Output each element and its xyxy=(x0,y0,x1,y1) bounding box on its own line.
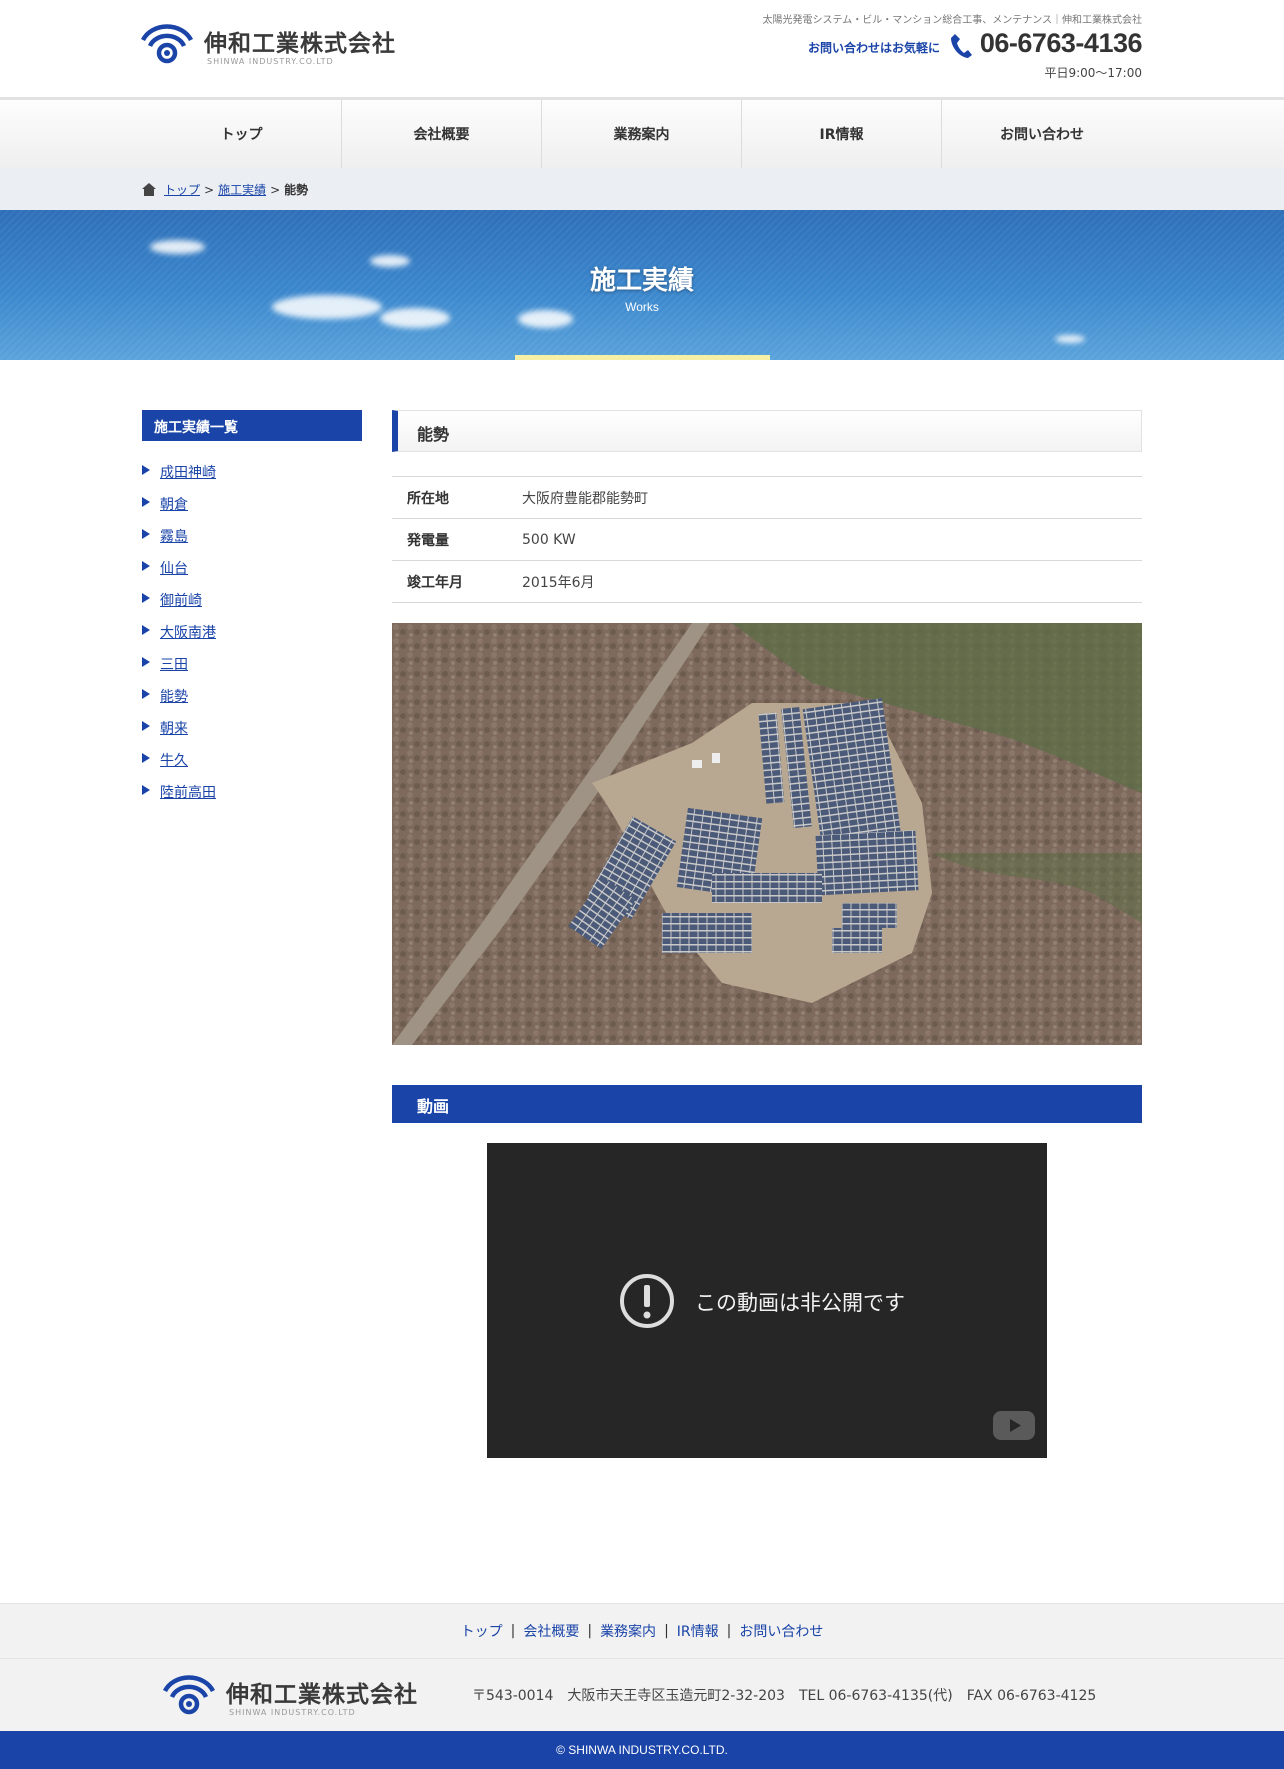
breadcrumb: トップ > 施工実績 > 能勢 xyxy=(0,168,1284,210)
triangle-bullet-icon xyxy=(142,657,150,667)
triangle-bullet-icon xyxy=(142,497,150,507)
work-spec-table: 所在地 大阪府豊能郡能勢町 発電量 500 KW 竣工年月 2015年6月 xyxy=(392,476,1142,603)
sidebar-heading: 施工実績一覧 xyxy=(142,410,362,441)
works-link[interactable]: 牛久 xyxy=(160,750,188,770)
triangle-bullet-icon xyxy=(142,561,150,571)
logo-mark-icon xyxy=(140,24,194,64)
works-link[interactable]: 御前崎 xyxy=(160,590,202,610)
triangle-bullet-icon xyxy=(142,465,150,475)
breadcrumb-separator: > xyxy=(204,182,215,197)
contact-lead: お問い合わせはお気軽に xyxy=(808,41,941,55)
video-player[interactable]: この動画は非公開です xyxy=(487,1143,1047,1458)
page-subtitle: Works xyxy=(625,300,659,314)
nav-item-company[interactable]: 会社概要 xyxy=(342,100,542,168)
company-sub: SHINWA INDUSTRY.CO.LTD xyxy=(207,57,334,66)
work-title: 能勢 xyxy=(392,410,1142,452)
footer-separator: | xyxy=(510,1623,516,1639)
footer-link-company[interactable]: 会社概要 xyxy=(523,1621,579,1641)
works-link[interactable]: 朝倉 xyxy=(160,494,188,514)
footer-link-top[interactable]: トップ xyxy=(461,1621,503,1641)
triangle-bullet-icon xyxy=(142,721,150,731)
copyright: © SHINWA INDUSTRY.CO.LTD. xyxy=(0,1731,1284,1769)
breadcrumb-parent-link[interactable]: 施工実績 xyxy=(218,181,266,198)
alert-icon xyxy=(620,1274,674,1328)
works-link[interactable]: 大阪南港 xyxy=(160,622,216,642)
triangle-bullet-icon xyxy=(142,593,150,603)
footer-separator: | xyxy=(664,1623,669,1639)
works-link[interactable]: 仙台 xyxy=(160,558,188,578)
hero-cloud xyxy=(150,240,205,254)
table-row: 竣工年月 2015年6月 xyxy=(392,560,1142,603)
footer-logo[interactable]: 伸和工業株式会社 SHINWA INDUSTRY.CO.LTD xyxy=(162,1673,422,1719)
triangle-bullet-icon xyxy=(142,753,150,763)
nav-item-contact[interactable]: お問い合わせ xyxy=(942,100,1142,168)
spec-value: 500 KW xyxy=(522,531,576,548)
works-link[interactable]: 三田 xyxy=(160,654,188,674)
footer-info: 伸和工業株式会社 SHINWA INDUSTRY.CO.LTD 〒543-001… xyxy=(0,1659,1284,1731)
list-item: 陸前高田 xyxy=(142,782,216,814)
footer-link-business[interactable]: 業務案内 xyxy=(600,1621,656,1641)
footer-separator: | xyxy=(587,1623,593,1639)
logo-mark-icon xyxy=(162,1675,216,1715)
list-item: 霧島 xyxy=(142,526,216,558)
footer-nav: トップ | 会社概要 | 業務案内 | IR情報 | お問い合わせ xyxy=(0,1603,1284,1659)
youtube-icon[interactable] xyxy=(993,1411,1035,1440)
nav-item-business[interactable]: 業務案内 xyxy=(542,100,742,168)
spec-label: 発電量 xyxy=(407,532,449,549)
spec-label: 所在地 xyxy=(407,490,449,507)
site-header: 伸和工業株式会社 SHINWA INDUSTRY.CO.LTD 太陽光発電システ… xyxy=(0,0,1284,97)
phone-icon xyxy=(951,34,972,58)
site-tagline: 太陽光発電システム・ビル・マンション総合工事、メンテナンス｜伸和工業株式会社 xyxy=(762,15,1143,26)
breadcrumb-current: 能勢 xyxy=(284,183,309,197)
site-aerial-photo xyxy=(392,623,1142,1045)
works-link[interactable]: 朝来 xyxy=(160,718,188,738)
nav-item-top[interactable]: トップ xyxy=(142,100,342,168)
aerial-photo-image xyxy=(392,623,1142,1045)
site-logo[interactable]: 伸和工業株式会社 SHINWA INDUSTRY.CO.LTD xyxy=(140,22,400,68)
footer-link-ir[interactable]: IR情報 xyxy=(677,1621,719,1641)
company-name: 伸和工業株式会社 xyxy=(204,31,396,57)
list-item: 朝来 xyxy=(142,718,216,750)
home-icon xyxy=(142,183,156,196)
table-row: 発電量 500 KW xyxy=(392,518,1142,561)
footer-company-name: 伸和工業株式会社 xyxy=(226,1682,418,1708)
footer-separator: | xyxy=(726,1623,732,1639)
video-unavailable-message: この動画は非公開です xyxy=(695,1291,905,1315)
hero-accent-bar xyxy=(515,355,770,360)
hero-cloud xyxy=(1055,335,1085,343)
table-row: 所在地 大阪府豊能郡能勢町 xyxy=(392,476,1142,519)
footer-link-contact[interactable]: お問い合わせ xyxy=(739,1621,823,1641)
page-hero: 施工実績 Works xyxy=(0,210,1284,360)
video-heading: 動画 xyxy=(392,1085,1142,1123)
triangle-bullet-icon xyxy=(142,689,150,699)
list-item: 三田 xyxy=(142,654,216,686)
works-link[interactable]: 陸前高田 xyxy=(160,782,216,802)
list-item: 仙台 xyxy=(142,558,216,590)
triangle-bullet-icon xyxy=(142,529,150,539)
phone-number[interactable]: 06-6763-4136 xyxy=(980,28,1143,59)
nav-item-ir[interactable]: IR情報 xyxy=(742,100,942,168)
triangle-bullet-icon xyxy=(142,785,150,795)
works-link[interactable]: 能勢 xyxy=(160,686,188,706)
list-item: 朝倉 xyxy=(142,494,216,526)
footer-address: 〒543-0014 大阪市天王寺区玉造元町2-32-203 TEL 06-676… xyxy=(472,1688,1097,1704)
page-title: 施工実績 xyxy=(589,266,694,296)
breadcrumb-home-link[interactable]: トップ xyxy=(164,181,200,198)
spec-label: 竣工年月 xyxy=(407,574,463,591)
list-item: 大阪南港 xyxy=(142,622,216,654)
spec-value: 2015年6月 xyxy=(522,574,595,591)
footer-company-sub: SHINWA INDUSTRY.CO.LTD xyxy=(229,1708,356,1717)
global-nav: トップ 会社概要 業務案内 IR情報 お問い合わせ xyxy=(0,97,1284,168)
list-item: 牛久 xyxy=(142,750,216,782)
works-link[interactable]: 成田神崎 xyxy=(160,462,216,482)
breadcrumb-separator: > xyxy=(270,182,281,197)
works-list: 成田神崎 朝倉 霧島 仙台 御前崎 大阪南港 三田 能勢 朝来 牛久 陸前高田 xyxy=(142,462,216,814)
spec-value: 大阪府豊能郡能勢町 xyxy=(522,490,648,507)
list-item: 成田神崎 xyxy=(142,462,216,494)
list-item: 御前崎 xyxy=(142,590,216,622)
works-link[interactable]: 霧島 xyxy=(160,526,188,546)
list-item: 能勢 xyxy=(142,686,216,718)
business-hours: 平日9:00～17:00 xyxy=(1044,66,1142,80)
triangle-bullet-icon xyxy=(142,625,150,635)
